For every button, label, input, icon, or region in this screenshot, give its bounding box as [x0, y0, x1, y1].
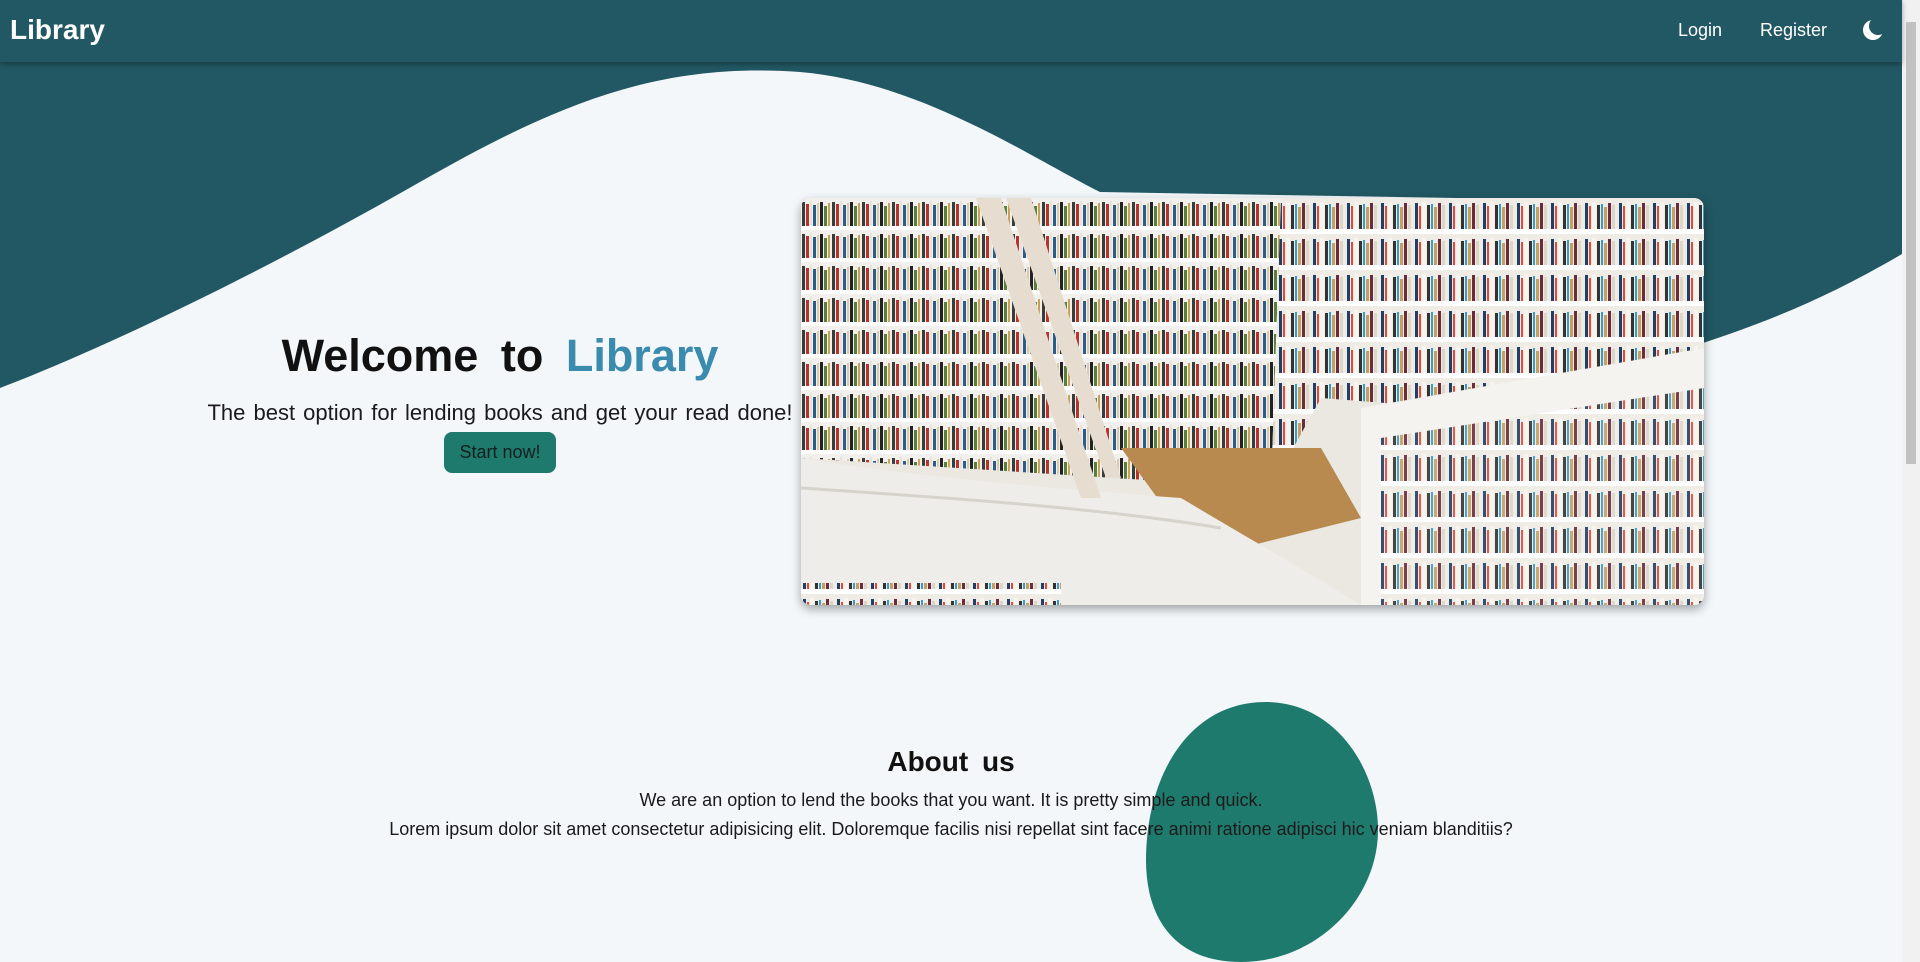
brand-logo[interactable]: Library [10, 14, 105, 46]
library-bookshelves-image [801, 198, 1704, 605]
scrollbar-thumb[interactable] [1906, 22, 1916, 464]
hero-title-accent: Library [565, 330, 719, 381]
hero-subtitle: The best option for lending books and ge… [207, 400, 793, 425]
about-lorem: Lorem ipsum dolor sit amet consectetur a… [389, 819, 1513, 839]
start-now-button[interactable]: Start now! [444, 432, 556, 473]
about-description: We are an option to lend the books that … [639, 790, 1263, 810]
about-title: About us [887, 746, 1015, 777]
login-link[interactable]: Login [1678, 20, 1722, 41]
page-scrollbar[interactable] [1902, 0, 1920, 962]
moon-icon[interactable] [1860, 17, 1887, 43]
hero-title-prefix: Welcome to [281, 330, 544, 381]
about-section: About us We are an option to lend the bo… [0, 746, 1902, 840]
hero-section: Welcome to Library The best option for l… [200, 330, 800, 473]
register-link[interactable]: Register [1760, 20, 1827, 41]
top-navbar: Library Login Register [0, 0, 1902, 62]
hero-title: Welcome to Library [200, 330, 800, 382]
